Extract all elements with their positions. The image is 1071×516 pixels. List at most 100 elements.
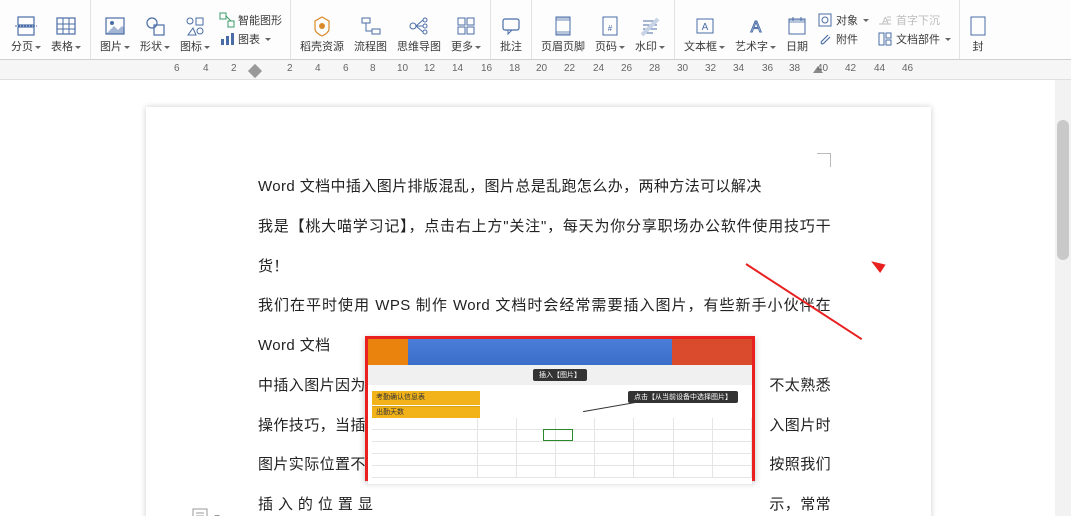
chevron-down-icon <box>164 46 170 49</box>
ruler-tick: 2 <box>231 63 237 74</box>
callout-sheet: 考勤确认信息表 出勤天数 点击【从当前设备中选择图片】 <box>368 385 752 484</box>
ruler-tick: 32 <box>705 63 716 74</box>
comment-button[interactable]: 批注 <box>495 2 527 57</box>
title-paragraph[interactable]: Word 文档中插入图片排版混乱，图片总是乱跑怎么办，两种方法可以解决 <box>258 167 831 207</box>
ruler-tick: 28 <box>649 63 660 74</box>
wordart-label: 艺术字 <box>735 40 768 55</box>
table-icon <box>55 13 77 39</box>
svg-text:#: # <box>608 24 613 33</box>
indent-marker-left[interactable] <box>248 64 262 78</box>
flow-label: 流程图 <box>354 40 387 55</box>
page-break-icon <box>15 13 37 39</box>
chevron-down-icon <box>204 46 210 49</box>
outline-icon <box>192 508 208 516</box>
flow-icon <box>360 13 382 39</box>
mindmap-button[interactable]: 思维导图 <box>392 2 446 57</box>
callout-tip-line <box>583 399 652 412</box>
svg-text:A: A <box>882 16 889 27</box>
ruler-tick: 6 <box>343 63 349 74</box>
ruler-tick: 42 <box>845 63 856 74</box>
ruler-tick: 44 <box>874 63 885 74</box>
body-frag: 示，常常 <box>769 485 831 516</box>
page-num-icon: # <box>599 13 621 39</box>
chevron-down-icon <box>265 38 271 41</box>
screenshot-callout: 插入【图片】 考勤确认信息表 出勤天数 点击【从当前设备中选择图片】 <box>365 336 755 481</box>
more-button[interactable]: 更多 <box>446 2 486 57</box>
attachment-button[interactable]: 附件 <box>817 31 869 47</box>
doc-parts-button[interactable]: 文档部件 <box>877 31 951 47</box>
callout-window-controls <box>672 339 752 365</box>
icon-button[interactable]: 图标 <box>175 2 215 57</box>
page-num-button[interactable]: # 页码 <box>590 2 630 57</box>
body-frag: 不太熟悉 <box>769 366 831 406</box>
scrollbar-thumb[interactable] <box>1057 120 1069 260</box>
smart-art-button[interactable]: 智能图形 <box>219 12 282 28</box>
outline-toggle[interactable] <box>192 508 220 516</box>
ruler-tick: 10 <box>397 63 408 74</box>
watermark-icon <box>639 13 661 39</box>
chevron-down-icon <box>124 46 130 49</box>
flow-button[interactable]: 流程图 <box>349 2 392 57</box>
body-frag: 插 入 的 位 置 显 <box>258 485 373 516</box>
header-footer-label: 页眉页脚 <box>541 40 585 55</box>
doc-parts-icon <box>877 31 893 47</box>
ruler-tick: 38 <box>789 63 800 74</box>
template-icon <box>311 13 333 39</box>
cover-icon <box>969 13 987 39</box>
date-button[interactable]: 日期 <box>781 2 813 57</box>
body-frag: 操作技巧，当插 <box>258 406 366 446</box>
callout-titlebar <box>368 339 752 365</box>
picture-button[interactable]: 图片 <box>95 2 135 57</box>
date-label: 日期 <box>786 40 808 55</box>
date-icon <box>786 13 808 39</box>
chevron-down-icon <box>659 46 665 49</box>
body-line-5[interactable]: 插 入 的 位 置 显 示，常常 <box>258 485 831 516</box>
wordart-button[interactable]: A 艺术字 <box>730 2 781 57</box>
page-num-label: 页码 <box>595 40 617 55</box>
more-icon <box>455 13 477 39</box>
object-button[interactable]: 对象 <box>817 12 869 28</box>
mindmap-label: 思维导图 <box>397 40 441 55</box>
body-frag: 中插入图片因为 <box>258 366 366 406</box>
cover-button[interactable]: 封 <box>964 2 992 57</box>
table-button[interactable]: 表格 <box>46 2 86 57</box>
watermark-button[interactable]: 水印 <box>630 2 670 57</box>
vertical-scrollbar[interactable] <box>1055 80 1071 516</box>
chevron-down-icon <box>719 46 725 49</box>
drop-cap-icon: A <box>877 12 893 28</box>
ruler-tick: 4 <box>315 63 321 74</box>
template-button[interactable]: 稻壳资源 <box>295 2 349 57</box>
ruler-tick: 40 <box>817 63 828 74</box>
table-label: 表格 <box>51 40 73 55</box>
ruler-tick: 46 <box>902 63 913 74</box>
attachment-icon <box>817 31 833 47</box>
textbox-button[interactable]: A 文本框 <box>679 2 730 57</box>
body-frag: 按照我们 <box>769 445 831 485</box>
callout-table-title: 考勤确认信息表 <box>372 391 480 405</box>
callout-table-sub: 出勤天数 <box>372 406 480 418</box>
page-break-label: 分页 <box>11 40 33 55</box>
document-workspace: Word 文档中插入图片排版混乱，图片总是乱跑怎么办，两种方法可以解决 我是【桃… <box>0 80 1071 516</box>
horizontal-ruler[interactable]: 6422468101214161820222426283032343638404… <box>0 60 1071 80</box>
ruler-tick: 36 <box>762 63 773 74</box>
ruler-tick: 22 <box>564 63 575 74</box>
chevron-down-icon <box>770 46 776 49</box>
chart-button[interactable]: 图表 <box>219 31 282 47</box>
object-label: 对象 <box>836 12 858 28</box>
smart-art-icon <box>219 12 235 28</box>
ruler-tick: 2 <box>287 63 293 74</box>
chart-label: 图表 <box>238 31 260 47</box>
smart-art-label: 智能图形 <box>238 12 282 28</box>
ruler-tick: 16 <box>481 63 492 74</box>
picture-label: 图片 <box>100 40 122 55</box>
header-footer-button[interactable]: 页眉页脚 <box>536 2 590 57</box>
wordart-icon: A <box>745 13 767 39</box>
textbox-label: 文本框 <box>684 40 717 55</box>
intro-paragraph[interactable]: 我是【桃大喵学习记】，点击右上方"关注"，每天为你分享职场办公软件使用技巧干货！ <box>258 207 831 287</box>
textbox-icon: A <box>694 13 716 39</box>
chart-icon <box>219 31 235 47</box>
shapes-button[interactable]: 形状 <box>135 2 175 57</box>
page-break-button[interactable]: 分页 <box>6 2 46 57</box>
chevron-down-icon <box>75 46 81 49</box>
ruler-tick: 34 <box>733 63 744 74</box>
